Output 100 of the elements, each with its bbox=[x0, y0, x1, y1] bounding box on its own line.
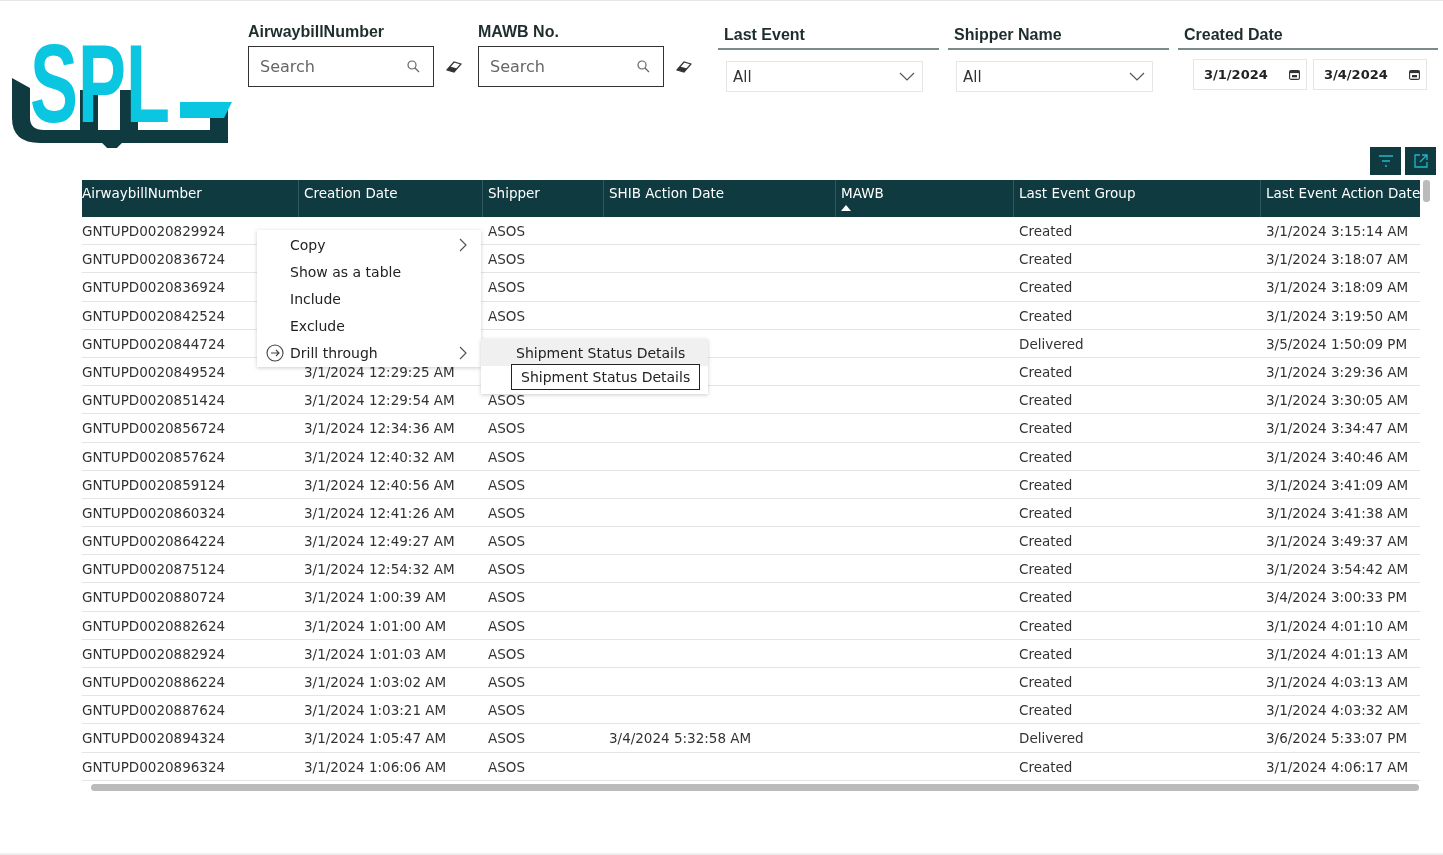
table-cell: Created bbox=[1019, 674, 1073, 690]
menu-item[interactable]: Exclude bbox=[257, 312, 481, 339]
expand-icon bbox=[1412, 153, 1429, 169]
filter-button[interactable] bbox=[1370, 147, 1401, 175]
logo-drawing: SPL bbox=[10, 18, 232, 148]
table-cell: ASOS bbox=[488, 279, 525, 296]
table-cell: GNTUPD0020880724 bbox=[82, 589, 226, 606]
chevron-down-icon bbox=[1129, 72, 1145, 81]
table-cell: Created bbox=[1019, 758, 1073, 775]
table-cell: GNTUPD0020875124 bbox=[82, 561, 226, 578]
table-cell: Created bbox=[1019, 504, 1073, 521]
table-cell: Delivered bbox=[1019, 730, 1084, 747]
table-cell: ASOS bbox=[488, 730, 525, 747]
chevron-down-icon bbox=[899, 72, 915, 81]
table-cell: Created bbox=[1019, 392, 1073, 409]
table-cell: 3/1/2024 1:05:47 AM bbox=[304, 730, 447, 747]
table-cell: GNTUPD0020860324 bbox=[82, 504, 226, 521]
table-cell: 3/1/2024 12:29:25 AM bbox=[304, 363, 455, 380]
table-cell: ASOS bbox=[488, 476, 525, 493]
filter-icon bbox=[1377, 155, 1394, 167]
table-cell: 3/1/2024 3:18:09 AM bbox=[1266, 279, 1409, 296]
eraser-icon[interactable] bbox=[446, 60, 462, 73]
table-cell: 3/1/2024 4:01:13 AM bbox=[1266, 645, 1409, 662]
table-cell: GNTUPD0020851424 bbox=[82, 392, 226, 409]
menu-item[interactable]: Drill through bbox=[257, 339, 481, 366]
table-cell: ASOS bbox=[488, 589, 525, 606]
table-cell: 3/1/2024 3:34:47 AM bbox=[1266, 420, 1409, 437]
table-cell: Created bbox=[1019, 307, 1073, 324]
column-header[interactable]: AirwaybillNumber bbox=[82, 180, 298, 217]
table-cell: ASOS bbox=[488, 533, 525, 550]
menu-item[interactable]: Show as a table bbox=[257, 258, 481, 285]
table-cell: ASOS bbox=[488, 617, 525, 634]
dropdown[interactable]: All bbox=[956, 61, 1153, 92]
expand-button[interactable] bbox=[1405, 147, 1436, 175]
date-field[interactable]: 3/1/2024 bbox=[1193, 59, 1307, 90]
column-header[interactable]: MAWB bbox=[835, 180, 1013, 217]
table-cell: 3/1/2024 12:49:27 AM bbox=[304, 533, 455, 550]
table-cell: 3/1/2024 3:54:42 AM bbox=[1266, 561, 1409, 578]
table-cell: GNTUPD0020849524 bbox=[82, 363, 226, 380]
table-cell: ASOS bbox=[488, 561, 525, 578]
scrollbar[interactable] bbox=[1423, 180, 1430, 202]
menu-item[interactable]: Copy bbox=[257, 231, 481, 258]
calendar-icon bbox=[1289, 69, 1300, 80]
eraser-icon[interactable] bbox=[676, 60, 692, 73]
tooltip: Shipment Status Details bbox=[511, 364, 701, 390]
table-cell: 3/4/2024 5:32:58 AM bbox=[609, 730, 752, 747]
menu-item[interactable]: Include bbox=[257, 285, 481, 312]
column-header[interactable]: SHIB Action Date bbox=[603, 180, 835, 217]
table-cell: GNTUPD0020887624 bbox=[82, 702, 226, 719]
search-icon bbox=[637, 60, 650, 73]
table-cell: ASOS bbox=[488, 504, 525, 521]
search-field[interactable]: Search bbox=[248, 46, 434, 87]
table-cell: Created bbox=[1019, 561, 1073, 578]
menu-item[interactable]: Shipment Status Details bbox=[481, 339, 708, 366]
table-cell: GNTUPD0020842524 bbox=[82, 307, 226, 324]
table-cell: GNTUPD0020882924 bbox=[82, 645, 226, 662]
search-field[interactable]: Search bbox=[478, 46, 664, 87]
table-cell: 3/1/2024 3:19:50 AM bbox=[1266, 307, 1409, 324]
table-cell: Created bbox=[1019, 279, 1073, 296]
table-cell: GNTUPD0020844724 bbox=[82, 335, 226, 352]
table-cell: 3/1/2024 3:40:46 AM bbox=[1266, 448, 1409, 465]
table-cell: Created bbox=[1019, 448, 1073, 465]
table-cell: ASOS bbox=[488, 758, 525, 775]
table-cell: 3/1/2024 3:18:07 AM bbox=[1266, 251, 1409, 268]
column-header[interactable]: Creation Date bbox=[298, 180, 482, 217]
table-cell: GNTUPD0020857624 bbox=[82, 448, 226, 465]
table-cell: 3/1/2024 1:03:02 AM bbox=[304, 674, 447, 690]
table-cell: 3/1/2024 12:40:32 AM bbox=[304, 448, 455, 465]
table-cell: 3/1/2024 4:03:32 AM bbox=[1266, 702, 1409, 719]
table-cell: 3/1/2024 1:00:39 AM bbox=[304, 589, 447, 606]
scrollbar[interactable] bbox=[91, 783, 1419, 791]
table-cell: GNTUPD0020886224 bbox=[82, 674, 226, 690]
table-cell: 3/1/2024 3:15:14 AM bbox=[1266, 223, 1409, 239]
arrow-circle-icon bbox=[266, 343, 284, 362]
table-cell: ASOS bbox=[488, 448, 525, 465]
table-cell: ASOS bbox=[488, 702, 525, 719]
table-cell: 3/1/2024 12:29:54 AM bbox=[304, 392, 455, 409]
dropdown[interactable]: All bbox=[726, 61, 923, 92]
table-cell: Created bbox=[1019, 420, 1073, 437]
column-header[interactable]: Last Event Action Date bbox=[1260, 180, 1420, 217]
table-cell: 3/1/2024 4:06:17 AM bbox=[1266, 758, 1409, 775]
column-header[interactable]: Last Event Group bbox=[1013, 180, 1260, 217]
table-cell: 3/1/2024 1:03:21 AM bbox=[304, 702, 447, 719]
table-cell: ASOS bbox=[488, 223, 525, 239]
filter-label: AirwaybillNumber bbox=[248, 23, 386, 42]
table-cell: GNTUPD0020856724 bbox=[82, 420, 226, 437]
table-cell: ASOS bbox=[488, 392, 525, 409]
table-cell: 3/1/2024 12:40:56 AM bbox=[304, 476, 455, 493]
calendar-icon bbox=[1409, 69, 1420, 80]
date-field[interactable]: 3/4/2024 bbox=[1313, 59, 1427, 90]
table-cell: ASOS bbox=[488, 420, 525, 437]
table-cell: Created bbox=[1019, 251, 1073, 268]
table-cell: 3/1/2024 3:41:38 AM bbox=[1266, 504, 1409, 521]
table-cell: Created bbox=[1019, 589, 1073, 606]
table-cell: GNTUPD0020882624 bbox=[82, 617, 226, 634]
column-header[interactable]: Shipper bbox=[482, 180, 603, 217]
table-cell: Created bbox=[1019, 617, 1073, 634]
table-cell: 3/1/2024 3:41:09 AM bbox=[1266, 476, 1409, 493]
table-cell: Created bbox=[1019, 223, 1073, 239]
table-cell: 3/1/2024 1:06:06 AM bbox=[304, 758, 447, 775]
